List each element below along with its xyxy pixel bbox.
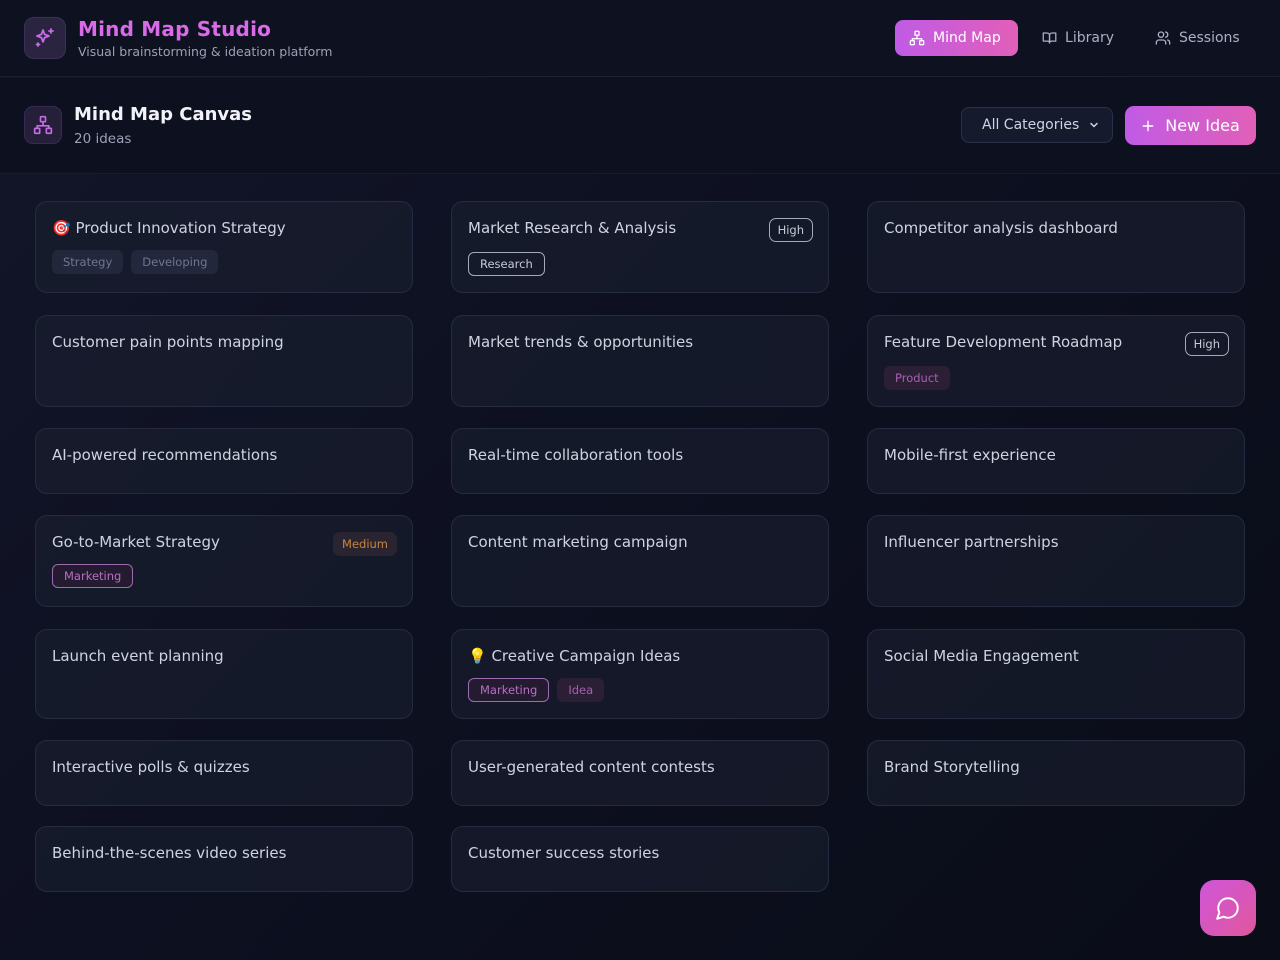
idea-title: Behind-the-scenes video series (52, 844, 287, 862)
sparkles-icon (24, 17, 66, 59)
network-icon (909, 30, 925, 46)
idea-card[interactable]: Market Research & Analysis High Research (451, 201, 829, 293)
tag-badge: Research (468, 252, 545, 276)
idea-card[interactable]: Competitor analysis dashboard (867, 201, 1245, 293)
canvas-title: Mind Map Canvas (74, 104, 253, 125)
tag-list: Marketing (52, 564, 396, 588)
chevron-down-icon (1090, 122, 1098, 128)
idea-title: Brand Storytelling (884, 758, 1020, 776)
idea-card[interactable]: Feature Development Roadmap High Product (867, 315, 1245, 407)
idea-title: Market Research & Analysis (468, 219, 677, 237)
network-icon (24, 106, 62, 144)
priority-badge: High (1184, 332, 1229, 356)
idea-card[interactable]: Influencer partnerships (867, 515, 1245, 607)
idea-card[interactable]: Brand Storytelling (867, 740, 1245, 806)
tag-list: Research (468, 252, 812, 276)
idea-title: 💡 Creative Campaign Ideas (468, 647, 681, 665)
idea-card[interactable]: Go-to-Market Strategy Medium Marketing (35, 515, 413, 607)
idea-title: 🎯 Product Innovation Strategy (52, 219, 286, 237)
idea-title: Influencer partnerships (884, 533, 1059, 551)
nav-label: Library (1065, 30, 1114, 46)
nav-label: Mind Map (933, 30, 1001, 46)
tag-badge: Product (884, 366, 950, 390)
app-header: Mind Map Studio Visual brainstorming & i… (0, 0, 1280, 77)
idea-title: Launch event planning (52, 647, 224, 665)
chat-bubble-icon (1216, 897, 1239, 920)
tag-badge: Marketing (52, 564, 134, 588)
idea-card[interactable]: Market trends & opportunities (451, 315, 829, 407)
idea-title: Competitor analysis dashboard (884, 219, 1118, 237)
idea-card[interactable]: Customer pain points mapping (35, 315, 413, 407)
canvas-toolbar: Mind Map Canvas 20 ideas All Categories … (0, 78, 1280, 174)
tag-badge: Developing (131, 250, 219, 274)
app-subtitle: Visual brainstorming & ideation platform (78, 44, 333, 59)
nav-mind-map[interactable]: Mind Map (895, 20, 1018, 56)
idea-card[interactable]: AI-powered recommendations (35, 428, 413, 494)
idea-title: Customer success stories (468, 844, 660, 862)
tag-list: Product (884, 366, 1228, 390)
category-select-value: All Categories (982, 117, 1080, 133)
nav-label: Sessions (1179, 30, 1240, 46)
idea-title: Content marketing campaign (468, 533, 688, 551)
users-icon (1155, 31, 1171, 45)
new-idea-button[interactable]: New Idea (1125, 106, 1256, 145)
tag-badge: Idea (557, 678, 605, 702)
plus-icon (1142, 120, 1154, 131)
idea-card[interactable]: Customer success stories (451, 826, 829, 892)
priority-badge: High (768, 218, 813, 242)
idea-title: Market trends & opportunities (468, 333, 694, 351)
tag-badge: Strategy (52, 250, 124, 274)
idea-card[interactable]: 💡 Creative Campaign Ideas Marketing Idea (451, 629, 829, 719)
idea-card[interactable]: Launch event planning (35, 629, 413, 719)
idea-title: User-generated content contests (468, 758, 715, 776)
idea-card[interactable]: 🎯 Product Innovation Strategy Strategy Dev… (35, 201, 413, 293)
idea-title: Social Media Engagement (884, 647, 1079, 665)
idea-title: Mobile-first experience (884, 446, 1056, 464)
idea-title: Interactive polls & quizzes (52, 758, 250, 776)
idea-title: Real-time collaboration tools (468, 446, 684, 464)
tag-list: Marketing Idea (468, 678, 812, 702)
idea-card[interactable]: Social Media Engagement (867, 629, 1245, 719)
tag-badge: Marketing (468, 678, 550, 702)
priority-badge: Medium (333, 532, 397, 556)
idea-card[interactable]: Mobile-first experience (867, 428, 1245, 494)
app-title: Mind Map Studio (78, 17, 272, 41)
tag-list: Strategy Developing (52, 250, 396, 274)
nav-sessions[interactable]: Sessions (1141, 20, 1254, 56)
book-icon (1042, 32, 1057, 44)
idea-title: AI-powered recommendations (52, 446, 278, 464)
category-select[interactable]: All Categories (961, 107, 1113, 143)
idea-count: 20 ideas (74, 131, 132, 147)
idea-card[interactable]: Content marketing campaign (451, 515, 829, 607)
idea-card[interactable]: Behind-the-scenes video series (35, 826, 413, 892)
idea-title: Customer pain points mapping (52, 333, 284, 351)
idea-card[interactable]: User-generated content contests (451, 740, 829, 806)
new-idea-label: New Idea (1165, 116, 1240, 135)
idea-title: Feature Development Roadmap (884, 333, 1123, 351)
idea-card[interactable]: Interactive polls & quizzes (35, 740, 413, 806)
idea-card[interactable]: Real-time collaboration tools (451, 428, 829, 494)
nav-library[interactable]: Library (1028, 20, 1128, 56)
chat-button[interactable] (1200, 880, 1256, 936)
